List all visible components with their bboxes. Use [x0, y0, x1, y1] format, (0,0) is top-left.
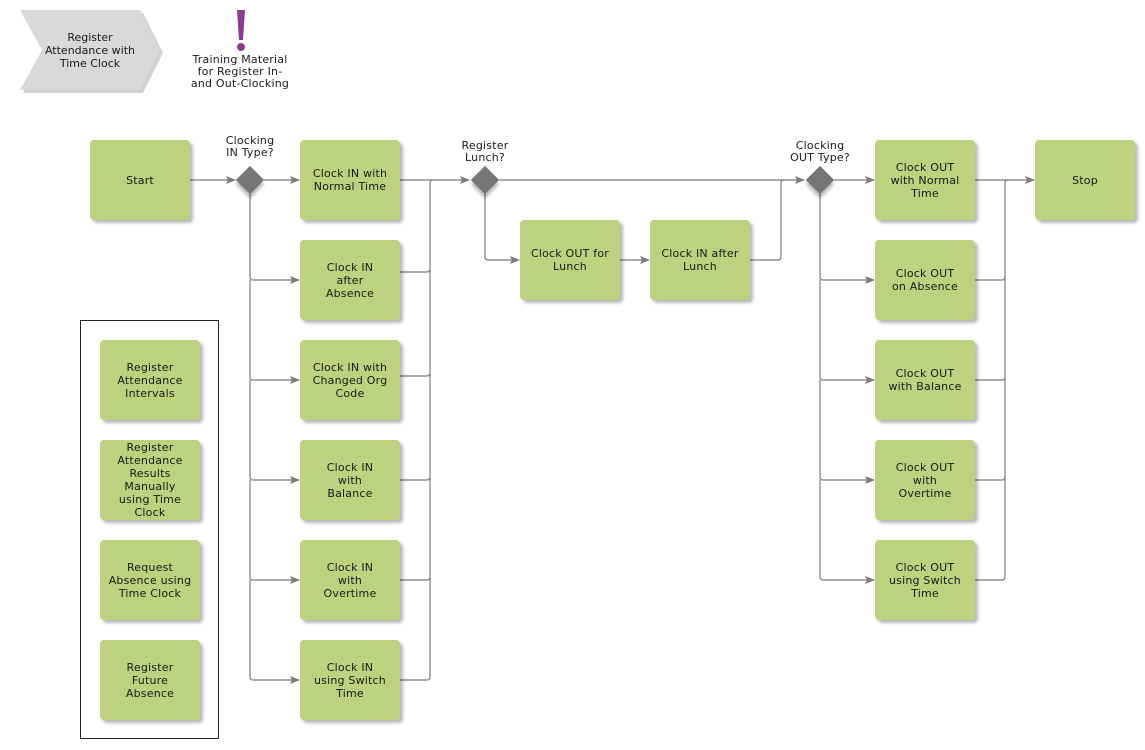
activity-clock-in-with-balance[interactable]: Clock IN with Balance [300, 440, 400, 520]
connector-out-branch-1 [819, 194, 875, 284]
exclamation-icon [237, 10, 245, 51]
activity-clock-in-changed-org-code[interactable]: Clock IN with Changed Org Code [300, 340, 400, 420]
stop-event[interactable]: Stop [1035, 140, 1135, 220]
related-request-absence[interactable]: Request Absence using Time Clock [100, 540, 200, 620]
connector-in-merge-2 [400, 268, 431, 273]
connector-in-merge-4 [400, 476, 431, 481]
activity-clock-out-normal-time[interactable]: Clock OUT with Normal Time [875, 140, 975, 220]
connector-in-merge-3 [400, 372, 431, 377]
connector-out-branch-3 [819, 380, 875, 484]
related-register-attendance-results-manually[interactable]: Register Attendance Results Manually usi… [100, 440, 200, 520]
connector-in-merge-5 [400, 576, 431, 581]
activity-clock-out-on-absence[interactable]: Clock OUT on Absence [875, 240, 975, 320]
connector-out-merge-4 [975, 476, 1006, 481]
connector-in-branch-5 [249, 580, 300, 684]
activity-clock-out-switch-time[interactable]: Clock OUT using Switch Time [875, 540, 975, 620]
gateway-label-clocking-out: Clocking OUT Type? [790, 139, 850, 164]
gateway-label-register-lunch: Register Lunch? [461, 139, 509, 164]
connector-out-branch-4 [819, 480, 875, 584]
connector-out-merge-3 [975, 376, 1006, 381]
activity-clock-in-switch-time[interactable]: Clock IN using Switch Time [300, 640, 400, 720]
activity-clock-in-after-lunch[interactable]: Clock IN after Lunch [650, 220, 750, 300]
activity-clock-in-after-absence[interactable]: Clock IN after Absence [300, 240, 400, 320]
connector-lunch-branch [484, 194, 520, 264]
activity-clock-out-with-overtime[interactable]: Clock OUT with Overtime [875, 440, 975, 520]
connector-in-branch-1 [249, 194, 300, 284]
start-event[interactable]: Start [90, 140, 190, 220]
training-material-label[interactable]: Training Material for Register In- and O… [180, 54, 300, 90]
connector-in-branch-4 [249, 480, 300, 584]
connector-out-merge-2 [975, 276, 1006, 281]
activity-clock-out-with-balance[interactable]: Clock OUT with Balance [875, 340, 975, 420]
connector-in-branch-3 [249, 380, 300, 484]
process-diagram: Register Attendance with Time Clock Trai… [0, 0, 1145, 750]
connector-in-branch-2 [249, 280, 300, 384]
activity-clock-in-normal-time[interactable]: Clock IN with Normal Time [300, 140, 400, 220]
connector-lunch-return [750, 179, 785, 261]
connector-in-merge-bar [400, 179, 434, 681]
connector-out-branch-2 [819, 280, 875, 384]
activity-clock-out-for-lunch[interactable]: Clock OUT for Lunch [520, 220, 620, 300]
related-register-attendance-intervals[interactable]: Register Attendance Intervals [100, 340, 200, 420]
process-title[interactable]: Register Attendance with Time Clock [30, 10, 150, 90]
gateway-label-clocking-in: Clocking IN Type? [225, 134, 275, 159]
activity-clock-in-with-overtime[interactable]: Clock IN with Overtime [300, 540, 400, 620]
related-register-future-absence[interactable]: Register Future Absence [100, 640, 200, 720]
